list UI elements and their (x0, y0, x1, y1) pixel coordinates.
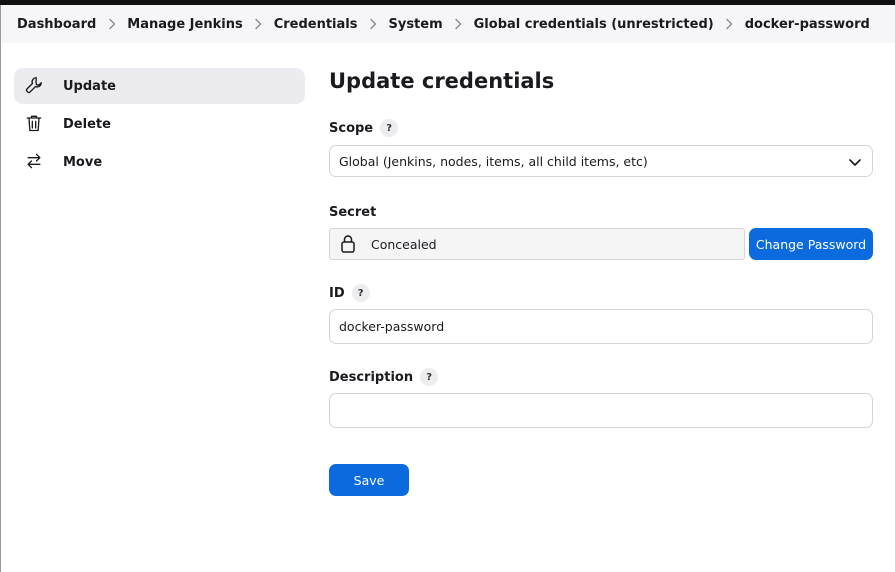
sidebar-item-update[interactable]: Update (14, 68, 305, 104)
change-password-button[interactable]: Change Password (749, 228, 873, 260)
secret-concealed-field: Concealed (329, 228, 745, 260)
sidebar-item-label: Update (63, 78, 116, 94)
id-label: ID ? (329, 284, 873, 302)
scope-select[interactable]: Global (Jenkins, nodes, items, all child… (329, 145, 873, 177)
scope-label-text: Scope (329, 120, 374, 136)
scope-label: Scope ? (329, 119, 873, 137)
breadcrumb: Dashboard Manage Jenkins Credentials Sys… (1, 5, 895, 43)
id-input[interactable] (329, 309, 873, 344)
description-help-button[interactable]: ? (420, 368, 439, 386)
secret-label: Secret (329, 203, 873, 221)
lock-icon (339, 234, 357, 254)
chevron-right-icon (243, 14, 274, 34)
breadcrumb-item-manage-jenkins[interactable]: Manage Jenkins (127, 17, 242, 32)
secret-row: Concealed Change Password (329, 228, 873, 260)
breadcrumb-item-dashboard[interactable]: Dashboard (17, 17, 96, 32)
breadcrumb-label[interactable]: Global credentials (unrestricted) (474, 17, 714, 32)
breadcrumb-label[interactable]: docker-password (745, 17, 870, 32)
secret-concealed-text: Concealed (371, 236, 437, 252)
breadcrumb-item-docker-password[interactable]: docker-password (745, 17, 870, 32)
description-label: Description ? (329, 368, 873, 386)
save-button[interactable]: Save (329, 464, 409, 496)
arrows-swap-icon (24, 151, 46, 173)
secret-label-text: Secret (329, 204, 377, 220)
id-label-text: ID (329, 285, 345, 301)
sidebar-item-delete[interactable]: Delete (14, 106, 305, 142)
chevron-right-icon (443, 14, 474, 34)
scope-help-button[interactable]: ? (380, 119, 399, 137)
chevron-right-icon (357, 14, 388, 34)
id-help-button[interactable]: ? (351, 284, 370, 302)
breadcrumb-label[interactable]: Credentials (274, 17, 358, 32)
sidebar-item-label: Move (63, 154, 103, 170)
scope-select-value: Global (Jenkins, nodes, items, all child… (339, 153, 648, 169)
credential-form: Update credentials Scope ? Global (Jenki… (329, 65, 873, 496)
description-label-text: Description (329, 369, 414, 385)
chevron-right-icon (96, 14, 127, 34)
chevron-right-icon (714, 14, 745, 34)
breadcrumb-label[interactable]: Manage Jenkins (127, 17, 242, 32)
chevron-down-icon (848, 155, 862, 169)
breadcrumb-item-credentials[interactable]: Credentials (274, 17, 358, 32)
sidebar: Update Delete Move (14, 68, 305, 182)
breadcrumb-item-global-credentials[interactable]: Global credentials (unrestricted) (474, 17, 714, 32)
breadcrumb-label[interactable]: System (388, 17, 442, 32)
breadcrumb-label[interactable]: Dashboard (17, 17, 96, 32)
sidebar-item-move[interactable]: Move (14, 144, 305, 180)
breadcrumb-item-system[interactable]: System (388, 17, 442, 32)
window-left-border (0, 5, 1, 572)
sidebar-item-label: Delete (63, 116, 111, 132)
wrench-icon (24, 75, 46, 97)
trash-icon (24, 113, 46, 135)
description-input[interactable] (329, 393, 873, 428)
page-title: Update credentials (329, 69, 555, 93)
